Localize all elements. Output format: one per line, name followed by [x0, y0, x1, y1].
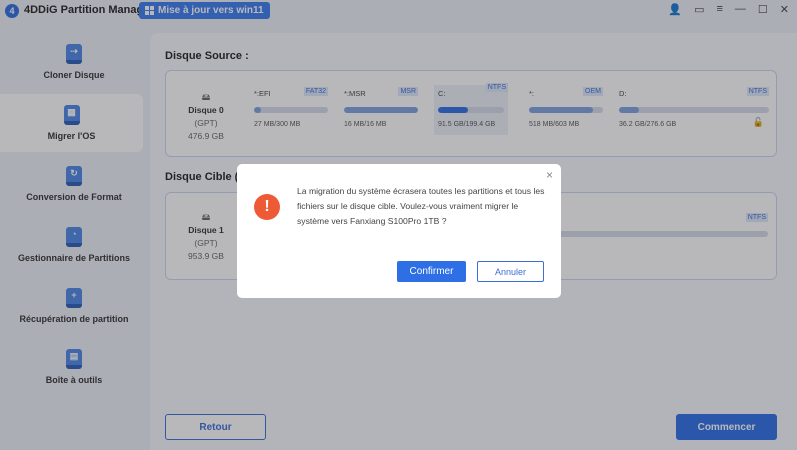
confirm-dialog: × ! La migration du système écrasera tou…: [237, 164, 561, 298]
confirm-button[interactable]: Confirmer: [397, 261, 466, 282]
cancel-button[interactable]: Annuler: [477, 261, 544, 282]
dialog-message: La migration du système écrasera toutes …: [297, 186, 545, 226]
close-icon[interactable]: ×: [546, 168, 553, 182]
warning-icon: !: [254, 194, 280, 220]
